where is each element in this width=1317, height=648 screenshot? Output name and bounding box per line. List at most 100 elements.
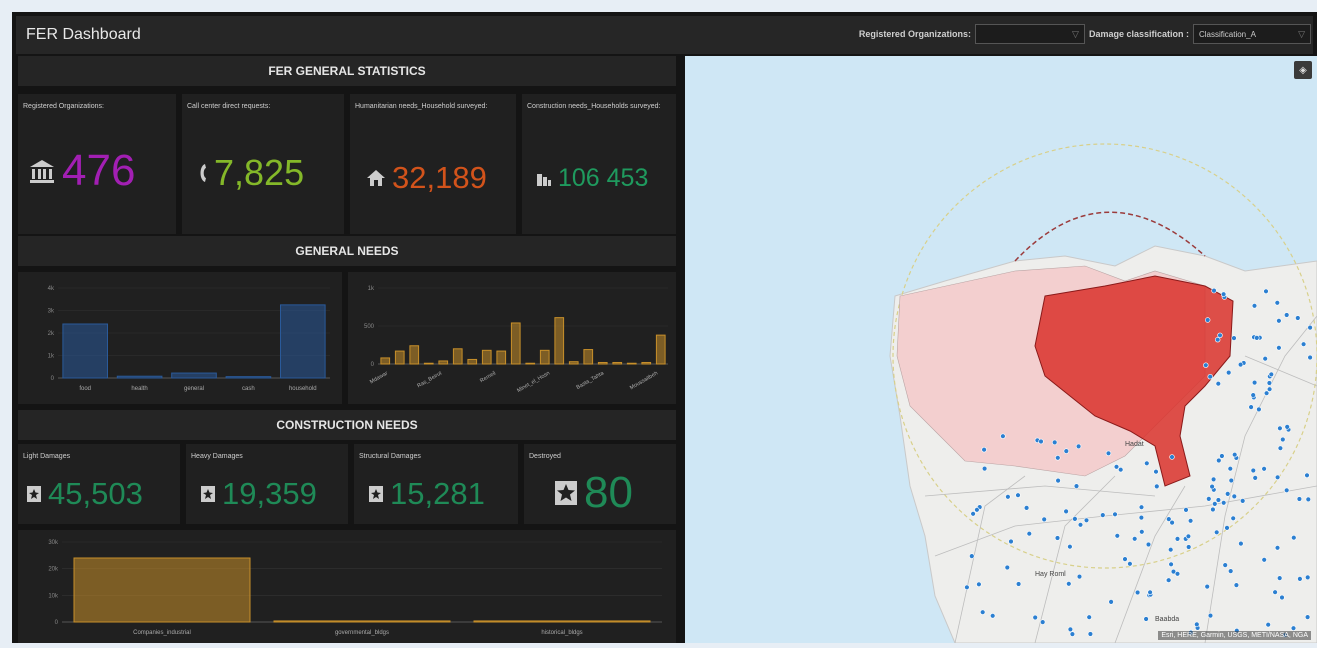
needs-chart-svg: 0 1k 2k 3k 4k food health general cash household (48, 286, 330, 392)
request-point (1274, 545, 1281, 551)
request-point (1138, 504, 1145, 510)
damage-card-structural[interactable]: Structural Damages 15,281 (354, 444, 518, 524)
request-point (1147, 589, 1153, 595)
request-point (1300, 341, 1307, 347)
map-view[interactable]: Hadat Hay Roml Baabda ◈ Esri, HERE, Garm… (685, 56, 1317, 643)
request-point (1274, 474, 1281, 480)
app-title: FER Dashboard (26, 26, 141, 43)
request-point (1023, 505, 1030, 511)
request-point (1261, 557, 1267, 563)
request-point (1291, 535, 1297, 541)
request-point (1304, 574, 1311, 581)
request-point (1083, 517, 1090, 523)
stat-card-call-center[interactable]: Call center direct requests: 7,825 (182, 94, 344, 234)
request-point (1261, 466, 1267, 472)
stat-label: Registered Organizations: (23, 103, 104, 110)
stat-card-construction-surveyed[interactable]: Construction needs_Households surveyed: … (522, 94, 676, 234)
request-point (1209, 483, 1215, 490)
bar (597, 361, 608, 365)
request-point (1225, 369, 1232, 376)
layers-icon[interactable]: ◈ (1294, 61, 1312, 79)
building-type-chart-svg: 0 10k 20k 30k Companies_industrial government… (48, 540, 662, 636)
request-point (1224, 525, 1230, 531)
request-point (1211, 287, 1217, 294)
request-point (1215, 497, 1222, 503)
request-point (1139, 529, 1145, 535)
bar (641, 361, 652, 365)
building-type-bar-chart[interactable]: 0 10k 20k 30k Companies_industrial government… (18, 530, 676, 643)
neighborhood-bar-chart[interactable]: 0 500 1k Mdawar Ras_Beirut Remeil Minet_el_Hos… (348, 272, 676, 404)
damage-value: 19,359 (222, 476, 317, 511)
request-point (1108, 599, 1114, 605)
request-point (1005, 494, 1011, 500)
request-point (1041, 516, 1047, 523)
request-point (1144, 460, 1150, 466)
request-point (1076, 573, 1083, 580)
request-point (1166, 577, 1172, 583)
request-point (1168, 561, 1174, 567)
bar (473, 620, 651, 623)
request-point (1212, 501, 1218, 507)
request-point (1075, 443, 1082, 450)
request-point (1266, 380, 1273, 386)
damage-filter-value: Classification_A (1199, 29, 1256, 39)
org-filter-select[interactable]: ▽ (974, 24, 1085, 44)
bar (225, 376, 272, 379)
bar (73, 557, 251, 623)
request-point (1262, 356, 1268, 362)
destroyed-icon (554, 480, 578, 506)
request-point (969, 553, 975, 559)
request-point (1276, 345, 1282, 351)
request-point (1266, 386, 1273, 392)
y-tick-label: 30k (48, 540, 59, 546)
house-icon (366, 169, 386, 187)
request-point (1114, 533, 1120, 539)
request-point (1066, 581, 1072, 587)
city-icon (536, 171, 552, 187)
request-point (1256, 406, 1262, 413)
stat-card-organizations[interactable]: Registered Organizations: 476 (18, 94, 176, 234)
damage-label: Destroyed (529, 453, 561, 460)
request-point (1168, 547, 1174, 553)
damage-label: Structural Damages (359, 453, 421, 460)
request-point (1063, 508, 1069, 515)
stat-value: 106 453 (558, 164, 649, 192)
request-point (1072, 516, 1078, 522)
damage-card-destroyed[interactable]: Destroyed 80 (524, 444, 676, 524)
x-tick-label: Ras_Beirut (416, 370, 443, 389)
bar (438, 360, 449, 365)
request-point (1138, 514, 1145, 521)
request-point (964, 584, 970, 590)
bar (467, 358, 478, 365)
request-point (1113, 464, 1120, 470)
needs-bar-chart[interactable]: 0 1k 2k 3k 4k food health general cash household (18, 272, 342, 404)
request-point (1069, 631, 1076, 637)
y-tick-label: 0 (51, 376, 55, 382)
request-point (1153, 469, 1159, 475)
request-point (1052, 439, 1058, 446)
request-point (1307, 324, 1313, 331)
request-point (1073, 483, 1080, 489)
damage-icon (26, 485, 42, 503)
request-point (1174, 536, 1181, 542)
x-tick-label: Basta_Tahta (576, 370, 606, 391)
request-point (1055, 477, 1061, 484)
damage-card-heavy[interactable]: Heavy Damages 19,359 (186, 444, 348, 524)
stat-value: 32,189 (392, 160, 487, 195)
chevron-down-icon: ▽ (1072, 28, 1079, 39)
request-point (1015, 492, 1021, 498)
request-point (1086, 614, 1092, 620)
request-point (1237, 361, 1244, 368)
request-point (1228, 477, 1234, 484)
damage-filter-select[interactable]: Classification_A ▽ (1193, 24, 1311, 44)
org-filter-label: Registered Organizations: (858, 29, 971, 39)
x-tick-label: general (184, 386, 204, 392)
stat-card-humanitarian[interactable]: Humanitarian needs_Household surveyed: 3… (350, 94, 516, 234)
request-point (1000, 433, 1006, 439)
request-point (1248, 404, 1254, 410)
damage-card-light[interactable]: Light Damages 45,503 (18, 444, 180, 524)
y-tick-label: 10k (48, 593, 59, 599)
request-point (1222, 562, 1228, 568)
x-tick-label: health (131, 386, 147, 392)
request-point (1174, 571, 1181, 577)
